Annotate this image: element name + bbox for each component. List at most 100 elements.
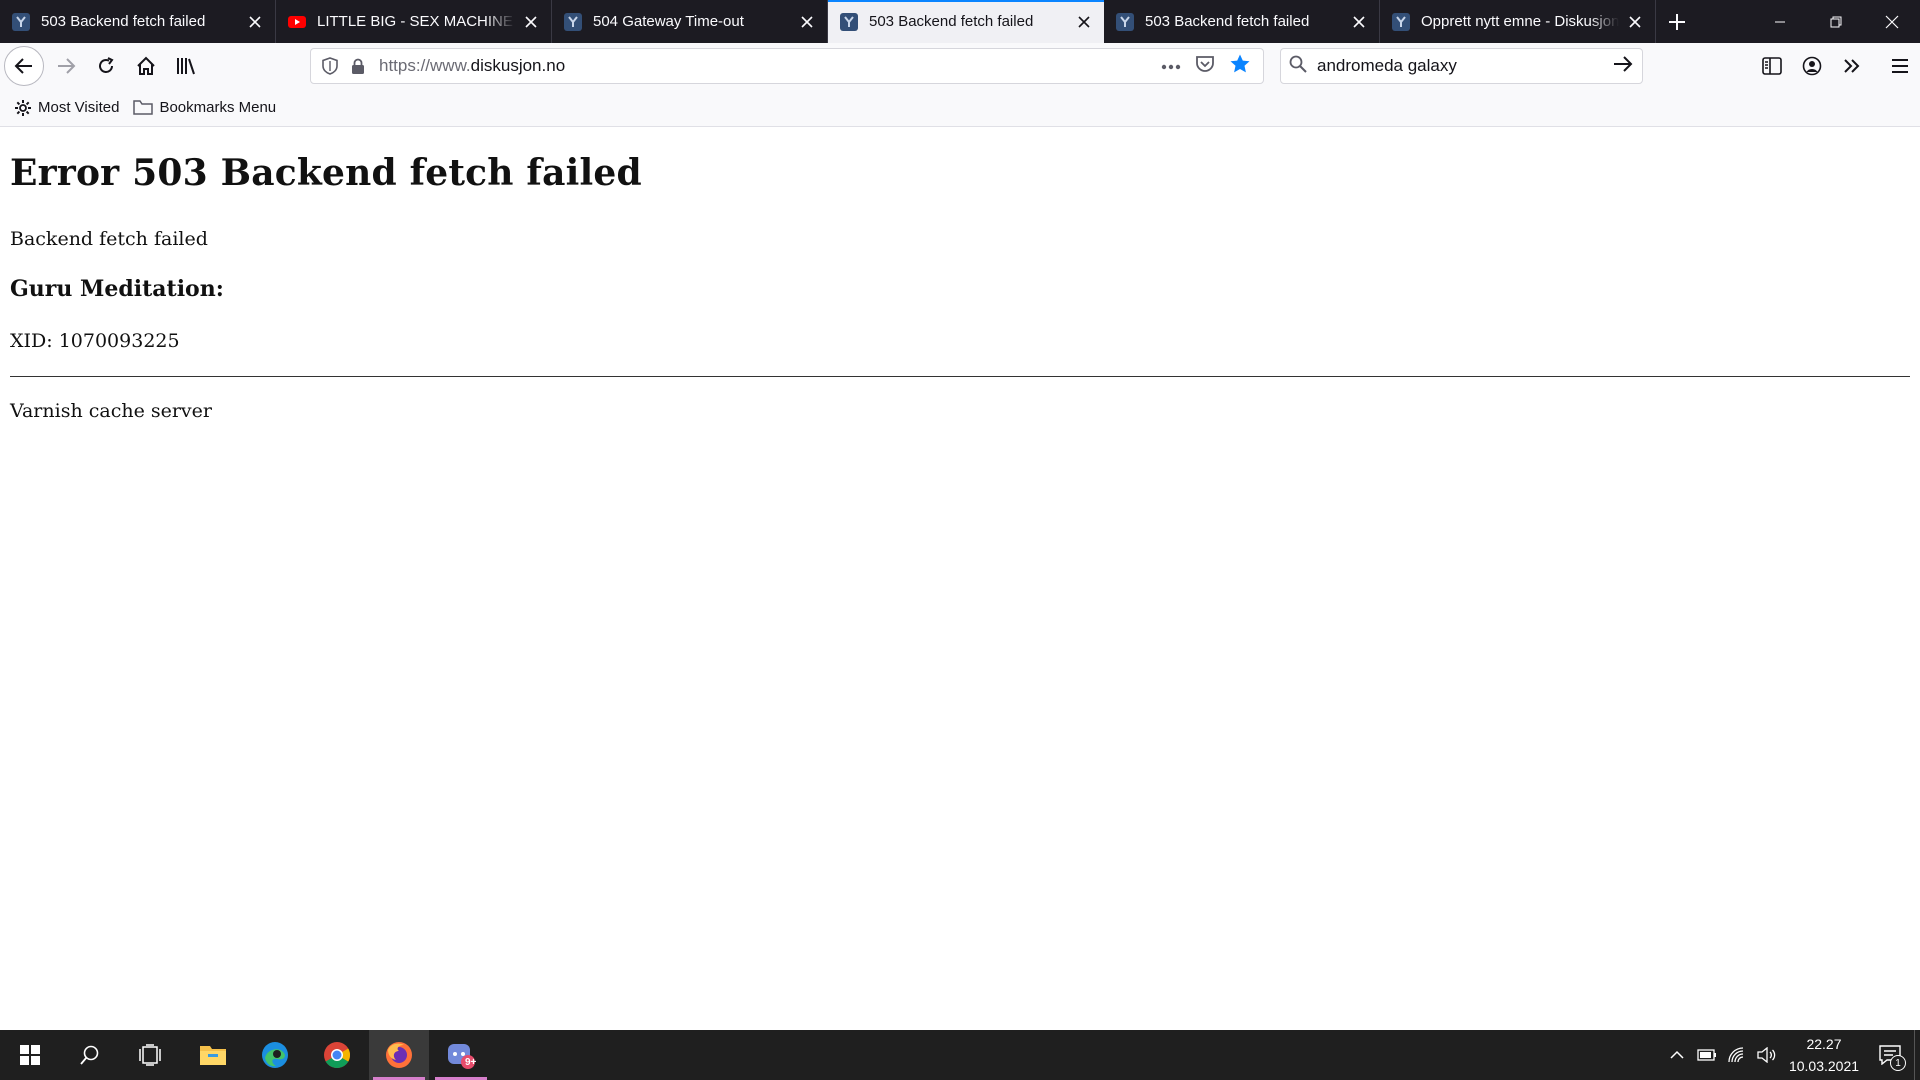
chrome-icon (324, 1042, 351, 1069)
window-controls (1752, 0, 1920, 43)
taskbar-chrome[interactable] (307, 1030, 367, 1080)
search-icon (1289, 55, 1307, 78)
bookmark-label: Most Visited (38, 99, 120, 116)
tab-title: LITTLE BIG - SEX MACHINE (Offi (317, 13, 515, 30)
forward-button[interactable] (46, 46, 86, 86)
youtube-favicon (288, 13, 306, 31)
reload-icon (99, 57, 114, 73)
show-hidden-icons-button[interactable] (1662, 1030, 1692, 1080)
xid-text: XID: 1070093225 (10, 330, 180, 352)
arrow-right-icon (58, 58, 76, 74)
diskusjon-favicon (840, 12, 858, 31)
volume-button[interactable] (1752, 1030, 1782, 1080)
search-value: andromeda galaxy (1317, 56, 1457, 75)
new-tab-button[interactable] (1656, 0, 1698, 43)
close-tab-icon[interactable] (521, 12, 541, 32)
clock-time: 22.27 (1806, 1036, 1842, 1052)
network-button[interactable] (1722, 1030, 1752, 1080)
discord-badge: 9+ (465, 1057, 477, 1068)
navigation-toolbar: https://www.diskusjon.no andromeda galax… (0, 43, 1920, 89)
windows-taskbar: 9+ 22.27 10.03.2021 1 (0, 1030, 1920, 1080)
close-tab-icon[interactable] (1349, 12, 1369, 32)
battery-button[interactable] (1692, 1030, 1722, 1080)
search-input[interactable]: andromeda galaxy (1317, 56, 1612, 76)
page-actions-menu-icon[interactable] (1161, 57, 1181, 75)
close-tab-icon[interactable] (1074, 12, 1094, 32)
restore-button[interactable] (1808, 0, 1864, 43)
account-icon (1802, 56, 1822, 76)
close-window-button[interactable] (1864, 0, 1920, 43)
start-button[interactable] (0, 1030, 60, 1080)
overflow-button[interactable] (1832, 46, 1872, 86)
arrow-left-icon (14, 58, 32, 74)
restore-icon (1830, 16, 1842, 27)
taskbar-search-button[interactable] (60, 1030, 120, 1080)
clock-date: 10.03.2021 (1788, 1058, 1860, 1074)
url-domain: diskusjon.no (470, 56, 566, 75)
tab-title: 504 Gateway Time-out (593, 13, 744, 30)
task-view-button[interactable] (120, 1030, 180, 1080)
tab-youtube-little-big[interactable]: LITTLE BIG - SEX MACHINE (Offi (276, 0, 552, 43)
tab-503-backend-1[interactable]: 503 Backend fetch failed (0, 0, 276, 43)
search-go-button[interactable] (1612, 54, 1634, 79)
guru-meditation-heading: Guru Meditation: (10, 276, 224, 302)
diskusjon-favicon (12, 12, 30, 31)
bookmark-bookmarks-menu[interactable]: Bookmarks Menu (133, 99, 276, 116)
page-title: Error 503 Backend fetch failed (10, 152, 642, 194)
library-icon (177, 58, 195, 75)
diskusjon-favicon (1116, 12, 1134, 31)
minimize-button[interactable] (1752, 0, 1808, 43)
page-content: Error 503 Backend fetch failed Backend f… (0, 127, 1920, 1030)
tab-503-backend-2[interactable]: 503 Backend fetch failed (1104, 0, 1380, 43)
edge-icon (262, 1042, 288, 1068)
url-text[interactable]: https://www.diskusjon.no (379, 56, 1161, 76)
bookmark-star-icon[interactable] (1229, 53, 1251, 80)
close-tab-icon[interactable] (1625, 12, 1645, 32)
tab-title: 503 Backend fetch failed (869, 13, 1034, 30)
lock-icon[interactable] (347, 55, 369, 77)
reload-button[interactable] (86, 46, 126, 86)
action-center-button[interactable]: 1 (1866, 1030, 1914, 1080)
account-button[interactable] (1792, 46, 1832, 86)
chevron-up-icon (1670, 1050, 1684, 1059)
notification-count: 1 (1890, 1055, 1906, 1071)
clock[interactable]: 22.27 10.03.2021 (1782, 1033, 1866, 1077)
tab-title: 503 Backend fetch failed (1145, 13, 1310, 30)
pocket-icon[interactable] (1195, 54, 1215, 79)
right-toolbar (1752, 46, 1920, 86)
taskbar-file-explorer[interactable] (183, 1030, 243, 1080)
tracking-shield-icon[interactable] (319, 55, 341, 77)
sidebar-icon (1762, 57, 1782, 75)
error-status-text: Backend fetch failed (10, 228, 208, 250)
back-button[interactable] (4, 46, 44, 86)
tab-title: Opprett nytt emne - Diskusjon.no (1421, 13, 1619, 30)
tab-504-gateway[interactable]: 504 Gateway Time-out (552, 0, 828, 43)
battery-icon (1697, 1049, 1716, 1061)
taskbar-discord[interactable]: 9+ (431, 1030, 491, 1080)
hamburger-menu-icon (1892, 59, 1908, 73)
close-tab-icon[interactable] (245, 12, 265, 32)
library-button[interactable] (166, 46, 206, 86)
taskbar-firefox[interactable] (369, 1030, 429, 1080)
sidebar-button[interactable] (1752, 46, 1792, 86)
tab-title: 503 Backend fetch failed (41, 13, 206, 30)
search-icon (80, 1045, 99, 1065)
address-bar[interactable]: https://www.diskusjon.no (310, 48, 1264, 84)
bookmarks-toolbar: Most Visited Bookmarks Menu (0, 89, 1920, 127)
app-menu-button[interactable] (1880, 46, 1920, 86)
taskbar-edge[interactable] (245, 1030, 305, 1080)
gear-icon (15, 99, 31, 116)
home-button[interactable] (126, 46, 166, 86)
tab-opprett-nytt-emne[interactable]: Opprett nytt emne - Diskusjon.no (1380, 0, 1656, 43)
wifi-icon (1728, 1047, 1744, 1063)
tab-503-backend-active[interactable]: 503 Backend fetch failed (828, 0, 1104, 43)
divider (10, 376, 1910, 377)
close-tab-icon[interactable] (797, 12, 817, 32)
show-desktop-button[interactable] (1914, 1030, 1920, 1080)
close-icon (1885, 15, 1899, 28)
search-bar[interactable]: andromeda galaxy (1280, 48, 1643, 84)
diskusjon-favicon (564, 12, 582, 31)
bookmark-most-visited[interactable]: Most Visited (14, 99, 119, 117)
windows-start-icon (20, 1045, 40, 1065)
home-icon (137, 56, 155, 75)
